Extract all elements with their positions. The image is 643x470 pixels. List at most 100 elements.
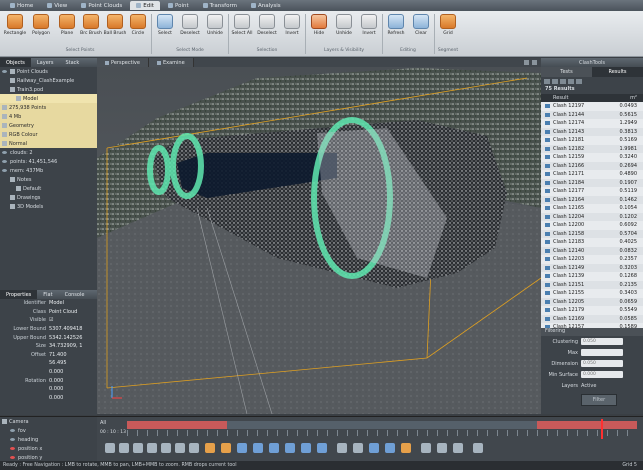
undo-icon[interactable]: [369, 443, 379, 453]
layers-dropdown[interactable]: Active: [581, 383, 596, 389]
tab-view[interactable]: View: [41, 1, 73, 10]
unhide-button[interactable]: Unhide: [331, 14, 357, 44]
tree-item-notes[interactable]: Notes: [0, 175, 97, 184]
clustering-input[interactable]: 0.050: [581, 338, 623, 345]
tab-layers[interactable]: Layers: [31, 58, 60, 67]
layout-split-icon[interactable]: [437, 443, 447, 453]
clash-result-row[interactable]: Clash 12177 0.5119: [541, 187, 643, 196]
tab-properties[interactable]: Properties: [0, 290, 38, 299]
minimize-icon[interactable]: [524, 60, 529, 65]
tab-home[interactable]: Home: [4, 1, 39, 10]
step-forward-icon[interactable]: [161, 443, 171, 453]
column-area[interactable]: m²: [617, 95, 643, 101]
tab-objects[interactable]: Objects: [0, 58, 31, 67]
grid-segment-button[interactable]: Grid: [435, 14, 461, 44]
tab-point[interactable]: Point: [162, 1, 195, 10]
render-icon[interactable]: [337, 443, 347, 453]
tab-analysis[interactable]: Analysis: [245, 1, 287, 10]
clash-result-row[interactable]: Clash 12151 0.2135: [541, 280, 643, 289]
layout-quad-icon[interactable]: [453, 443, 463, 453]
clash-result-row[interactable]: Clash 12174 1.2949: [541, 119, 643, 128]
light-icon[interactable]: [401, 443, 411, 453]
camera-prop-position-x[interactable]: position x: [0, 444, 97, 453]
tab-console[interactable]: Console: [59, 290, 91, 299]
clash-result-row[interactable]: Clash 12184 0.1907: [541, 178, 643, 187]
clash-result-row[interactable]: Clash 12144 0.5615: [541, 110, 643, 119]
play-icon[interactable]: [147, 443, 157, 453]
3d-viewport[interactable]: Perspective Examine: [97, 58, 541, 414]
keyframe-add-icon[interactable]: [205, 443, 215, 453]
keyframe-remove-icon[interactable]: [221, 443, 231, 453]
clash-result-row[interactable]: Clash 12204 0.1202: [541, 212, 643, 221]
clash-result-row[interactable]: Clash 12203 0.2357: [541, 255, 643, 264]
skip-end-icon[interactable]: [175, 443, 185, 453]
camera-prop-fov[interactable]: fov: [0, 426, 97, 435]
timeline-playhead[interactable]: [601, 419, 603, 439]
polygon-select-button[interactable]: Polygon: [28, 14, 54, 44]
unhide-mode-button[interactable]: Unhide: [202, 14, 228, 44]
orbit-icon[interactable]: [285, 443, 295, 453]
camera-key-icon[interactable]: [237, 443, 247, 453]
clash-result-row[interactable]: Clash 12158 0.5704: [541, 229, 643, 238]
filter-button[interactable]: Filter: [581, 394, 617, 406]
tab-examine[interactable]: Examine: [148, 58, 194, 67]
skip-start-icon[interactable]: [105, 443, 115, 453]
maximize-icon[interactable]: [532, 60, 537, 65]
clash-result-row[interactable]: Clash 12205 0.0659: [541, 297, 643, 306]
visibility-icon[interactable]: [2, 70, 7, 73]
tree-item-railway[interactable]: Railway_ClashExample: [0, 76, 97, 85]
select-all-button[interactable]: Select All: [229, 14, 255, 44]
column-result[interactable]: Result: [545, 95, 617, 101]
clash-result-row[interactable]: Clash 12149 0.3203: [541, 263, 643, 272]
tab-flat[interactable]: Flat: [37, 290, 58, 299]
tree-item-3d-models[interactable]: 3D Models: [0, 202, 97, 211]
select-mode-button[interactable]: Select: [152, 14, 178, 44]
tab-results[interactable]: Results: [592, 67, 643, 77]
clash-result-row[interactable]: Clash 12169 0.0585: [541, 314, 643, 323]
clash-result-row[interactable]: Clash 12179 0.5549: [541, 306, 643, 315]
clash-result-row[interactable]: Clash 12197 0.0493: [541, 102, 643, 111]
clear-button[interactable]: Clear: [408, 14, 434, 44]
pan-icon[interactable]: [269, 443, 279, 453]
rectangle-select-button[interactable]: Rectangle: [2, 14, 28, 44]
circle-select-button[interactable]: Circle: [125, 14, 151, 44]
invert-selection-button[interactable]: Invert: [279, 14, 305, 44]
redo-icon[interactable]: [385, 443, 395, 453]
clash-result-row[interactable]: Clash 12166 0.2694: [541, 161, 643, 170]
clash-result-row[interactable]: Clash 12164 0.1462: [541, 195, 643, 204]
clash-result-row[interactable]: Clash 12182 1.9981: [541, 144, 643, 153]
tab-edit[interactable]: Edit: [130, 1, 160, 10]
export-icon[interactable]: [568, 79, 574, 84]
filter-icon[interactable]: [560, 79, 566, 84]
step-back-icon[interactable]: [133, 443, 143, 453]
min-surface-input[interactable]: 0.000: [581, 371, 623, 378]
brc-brush-button[interactable]: Brc Brush: [78, 14, 104, 44]
clash-result-row[interactable]: Clash 12200 0.6092: [541, 221, 643, 230]
refresh-button[interactable]: Refresh: [383, 14, 409, 44]
clash-result-row[interactable]: Clash 12155 0.3403: [541, 289, 643, 298]
invert-visibility-button[interactable]: Invert: [356, 14, 382, 44]
clash-result-row[interactable]: Clash 12139 0.1268: [541, 272, 643, 281]
clash-result-row[interactable]: Clash 12159 0.3240: [541, 153, 643, 162]
clash-result-row[interactable]: Clash 12143 0.3813: [541, 127, 643, 136]
hide-button[interactable]: Hide: [306, 14, 332, 44]
deselect-mode-button[interactable]: Deselect: [177, 14, 203, 44]
camera-node[interactable]: Camera: [0, 417, 97, 426]
settings-icon[interactable]: [576, 79, 582, 84]
visible-checkbox[interactable]: ☑: [49, 317, 53, 323]
options-icon[interactable]: [473, 443, 483, 453]
record-icon[interactable]: [353, 443, 363, 453]
rewind-icon[interactable]: [119, 443, 129, 453]
clash-result-row[interactable]: Clash 12183 0.4025: [541, 238, 643, 247]
tab-point-clouds[interactable]: Point Clouds: [75, 1, 128, 10]
clash-result-row[interactable]: Clash 12181 0.5169: [541, 136, 643, 145]
tab-perspective[interactable]: Perspective: [97, 58, 149, 67]
camera-prop-heading[interactable]: heading: [0, 435, 97, 444]
layout-single-icon[interactable]: [421, 443, 431, 453]
tree-item-model[interactable]: Model: [0, 94, 97, 103]
tree-item-point-clouds[interactable]: Point Clouds: [0, 67, 97, 76]
plane-select-button[interactable]: Plane: [54, 14, 80, 44]
timeline-track[interactable]: [127, 421, 637, 429]
home-view-icon[interactable]: [317, 443, 327, 453]
tab-stack[interactable]: Stack: [59, 58, 85, 67]
